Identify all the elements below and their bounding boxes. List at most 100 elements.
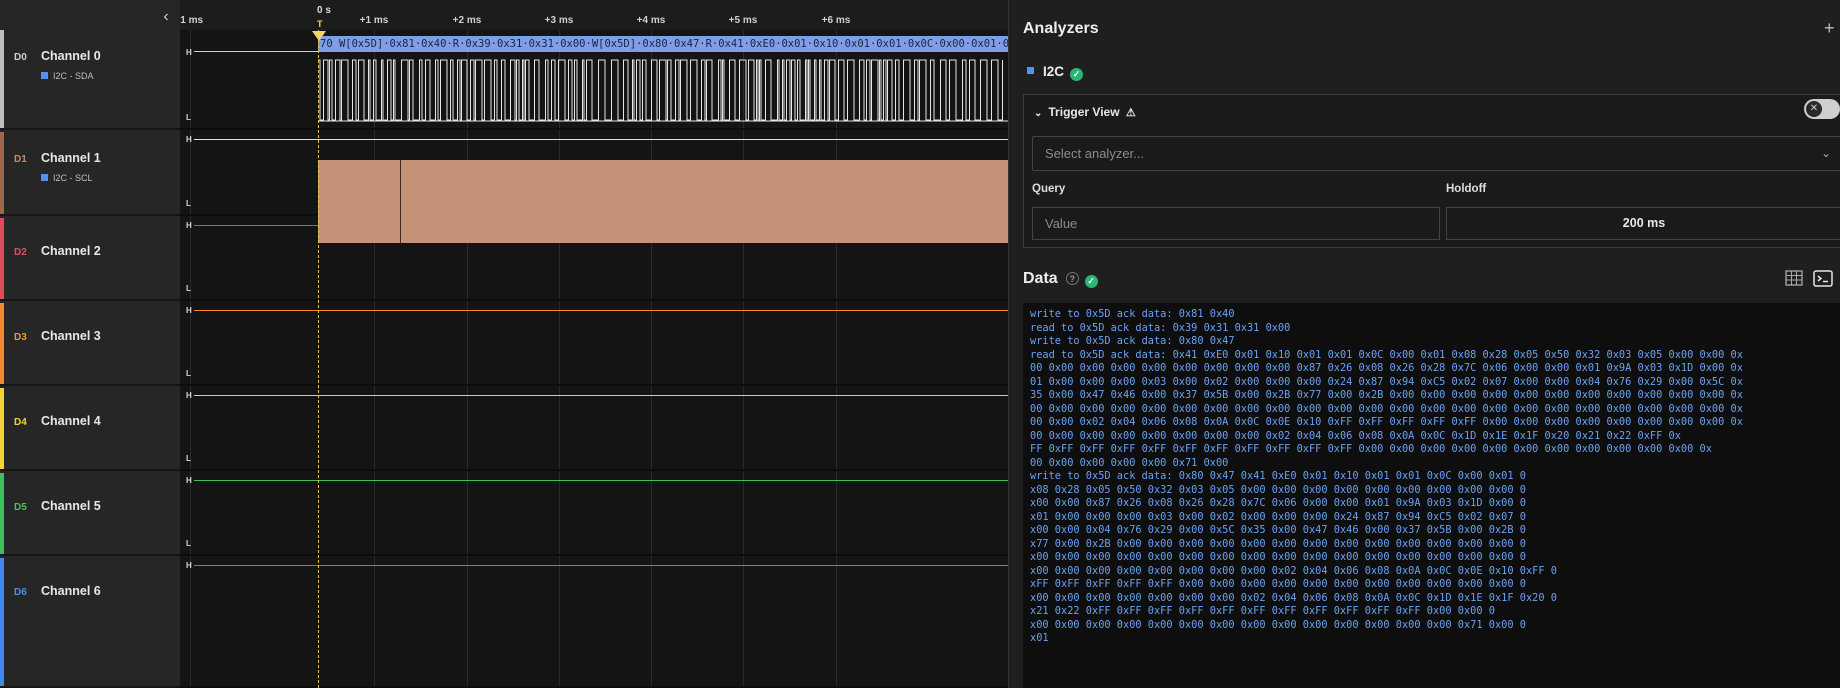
i2c-decode-bar[interactable]: 70 W[0x5D]·0x81·0x40·R·0x39·0x31·0x31·0x… [318,36,1008,52]
channel-digital-index: D1 [14,154,27,165]
terminal-line: x00 0x00 0x00 0x00 0x00 0x00 0x00 0x02 0… [1030,591,1557,604]
holdoff-label: Holdoff [1446,183,1487,195]
help-icon[interactable]: ? [1065,272,1079,285]
query-input[interactable] [1032,207,1440,240]
channel-digital-index: D4 [14,417,27,428]
terminal-line: x21 0x22 0xFF 0xFF 0xFF 0xFF 0xFF 0xFF 0… [1030,605,1495,617]
channel-digital-index: D6 [14,587,27,598]
channel-color-bar [0,388,4,469]
channel-row-2[interactable]: D2 Channel 2 [0,218,180,301]
terminal-line: x08 0x28 0x05 0x50 0x32 0x03 0x05 0x00 0… [1030,483,1526,496]
terminal-line: x00 0x00 0x87 0x26 0x08 0x26 0x28 0x7C 0… [1030,497,1526,509]
time-ruler[interactable]: 0 s T -1 ms +1 ms +2 ms +3 ms +4 ms +5 ms +6 m… [180,0,1008,30]
terminal-line: write to 0x5D ack data: 0x80 0x47 [1030,335,1235,347]
warning-icon: ⚠ [1125,107,1136,119]
high-level-label: H [186,221,192,230]
terminal-line: write to 0x5D ack data: 0x80 0x47 0x41 0… [1030,470,1526,482]
low-level-label: L [186,454,191,463]
low-level-label: L [186,113,191,122]
analyzer-item-i2c[interactable]: I2C ✓ [1027,64,1084,81]
time-zero-label: 0 s [317,5,331,16]
channel-name: Channel 3 [41,329,101,343]
channel-color-bar [0,473,4,554]
analyzers-panel: Analyzers + I2C ✓ ⌄ Trigger View ⚠ ✕ Selec… [1008,0,1840,688]
signal-high-line [194,565,1008,566]
low-level-label: L [186,199,191,208]
chevron-down-icon: ⌄ [1820,146,1831,160]
channel-row-3[interactable]: D3 Channel 3 [0,303,180,386]
high-level-label: H [186,306,192,315]
terminal-view-icon[interactable] [1813,270,1833,287]
table-view-icon[interactable] [1785,270,1803,286]
trigger-view-toggle[interactable]: ✕ [1804,99,1840,119]
trigger-view-header[interactable]: ⌄ Trigger View ⚠ [1034,105,1136,119]
channel-row-4[interactable]: D4 Channel 4 [0,388,180,471]
terminal-line: read to 0x5D ack data: 0x39 0x31 0x31 0x… [1030,321,1291,334]
channel-digital-index: D0 [14,52,27,63]
time-tick-label: +6 ms [821,15,851,26]
trigger-arrow-icon[interactable] [312,31,326,41]
channel-digital-index: D5 [14,502,27,513]
analyzer-select[interactable]: Select analyzer... ⌄ [1032,136,1840,171]
time-tick-label: +2 ms [452,15,482,26]
terminal-line: write to 0x5D ack data: 0x81 0x40 [1030,308,1235,320]
data-terminal-output[interactable]: write to 0x5D ack data: 0x81 0x40 read to… [1023,303,1840,688]
channel-row-5[interactable]: D5 Channel 5 [0,473,180,556]
channel-name: Channel 5 [41,499,101,513]
waveform-lane-4[interactable]: HL [180,388,1008,471]
channel-color-bar [0,558,4,686]
terminal-line: 35 0x00 0x47 0x46 0x00 0x37 0x5B 0x00 0x… [1030,389,1743,401]
waveform-lane-6[interactable]: H [180,558,1008,688]
terminal-line: x00 0x00 0x00 0x00 0x00 0x00 0x00 0x00 0… [1030,564,1557,577]
high-level-label: H [186,476,192,485]
channel-color-bar [0,132,4,214]
trigger-marker-label: T [317,19,323,29]
terminal-line: 01 0x00 0x00 0x00 0x03 0x00 0x02 0x00 0x… [1030,375,1743,388]
analyzers-title: Analyzers [1023,20,1099,37]
time-tick-label: +3 ms [544,15,574,26]
logic-analyzer-app: ‹ D0 Channel 0 I2C - SDA D1 Channel 1 I2C - S… [0,0,1840,688]
data-section-title: Data? ✓ [1023,270,1098,288]
channel-color-bar [0,303,4,384]
analyzer-color-swatch [41,72,48,79]
sda-waveform [318,59,1008,122]
analyzer-name: I2C [1043,64,1065,79]
holdoff-input[interactable]: 200 ms [1446,207,1840,240]
check-circle-icon: ✓ [1070,68,1084,81]
channel-name: Channel 2 [41,244,101,258]
terminal-line: 00 0x00 0x02 0x04 0x06 0x08 0x0A 0x0C 0x… [1030,416,1743,428]
waveform-view[interactable]: 0 s T -1 ms +1 ms +2 ms +3 ms +4 ms +5 ms +6 m… [180,0,1008,688]
analyzer-color-swatch [1027,67,1034,74]
trigger-view-title: Trigger View [1048,105,1120,119]
scl-waveform [318,160,1008,243]
channel-list: ‹ D0 Channel 0 I2C - SDA D1 Channel 1 I2C - S… [0,0,180,688]
chevron-left-icon[interactable]: ‹ [156,6,176,28]
channel-color-bar [0,218,4,299]
terminal-line: 00 0x00 0x00 0x00 0x00 0x71 0x00 [1030,456,1229,469]
waveform-lane-3[interactable]: HL [180,303,1008,386]
high-level-label: H [186,48,192,57]
signal-high-line [194,480,1008,481]
terminal-line: read to 0x5D ack data: 0x41 0xE0 0x01 0x… [1030,348,1743,361]
waveform-lane-5[interactable]: HL [180,473,1008,556]
query-label: Query [1032,183,1066,195]
terminal-line: x00 0x00 0x00 0x00 0x00 0x00 0x00 0x00 0… [1030,618,1526,631]
terminal-line: FF 0xFF 0xFF 0xFF 0xFF 0xFF 0xFF 0xFF 0x… [1030,443,1712,455]
channel-row-6[interactable]: D6 Channel 6 [0,558,180,688]
signal-high-line [194,395,1008,396]
channel-name: Channel 0 [41,49,101,63]
terminal-line: x01 [1030,632,1049,644]
chevron-down-icon: ⌄ [1034,108,1043,119]
channel-row-0[interactable]: D0 Channel 0 I2C - SDA [0,30,180,130]
channel-analyzer-tag: I2C - SDA [41,71,94,81]
channel-name: Channel 6 [41,584,101,598]
plus-icon[interactable]: + [1824,18,1840,38]
time-tick-label: -1 ms [180,15,204,26]
low-level-label: L [186,284,191,293]
analyzer-select-placeholder: Select analyzer... [1045,146,1144,161]
time-tick-label: +1 ms [359,15,389,26]
high-level-label: H [186,561,192,570]
data-title-text: Data [1023,270,1058,287]
scl-gap-marker [400,160,401,243]
channel-row-1[interactable]: D1 Channel 1 I2C - SCL [0,132,180,216]
